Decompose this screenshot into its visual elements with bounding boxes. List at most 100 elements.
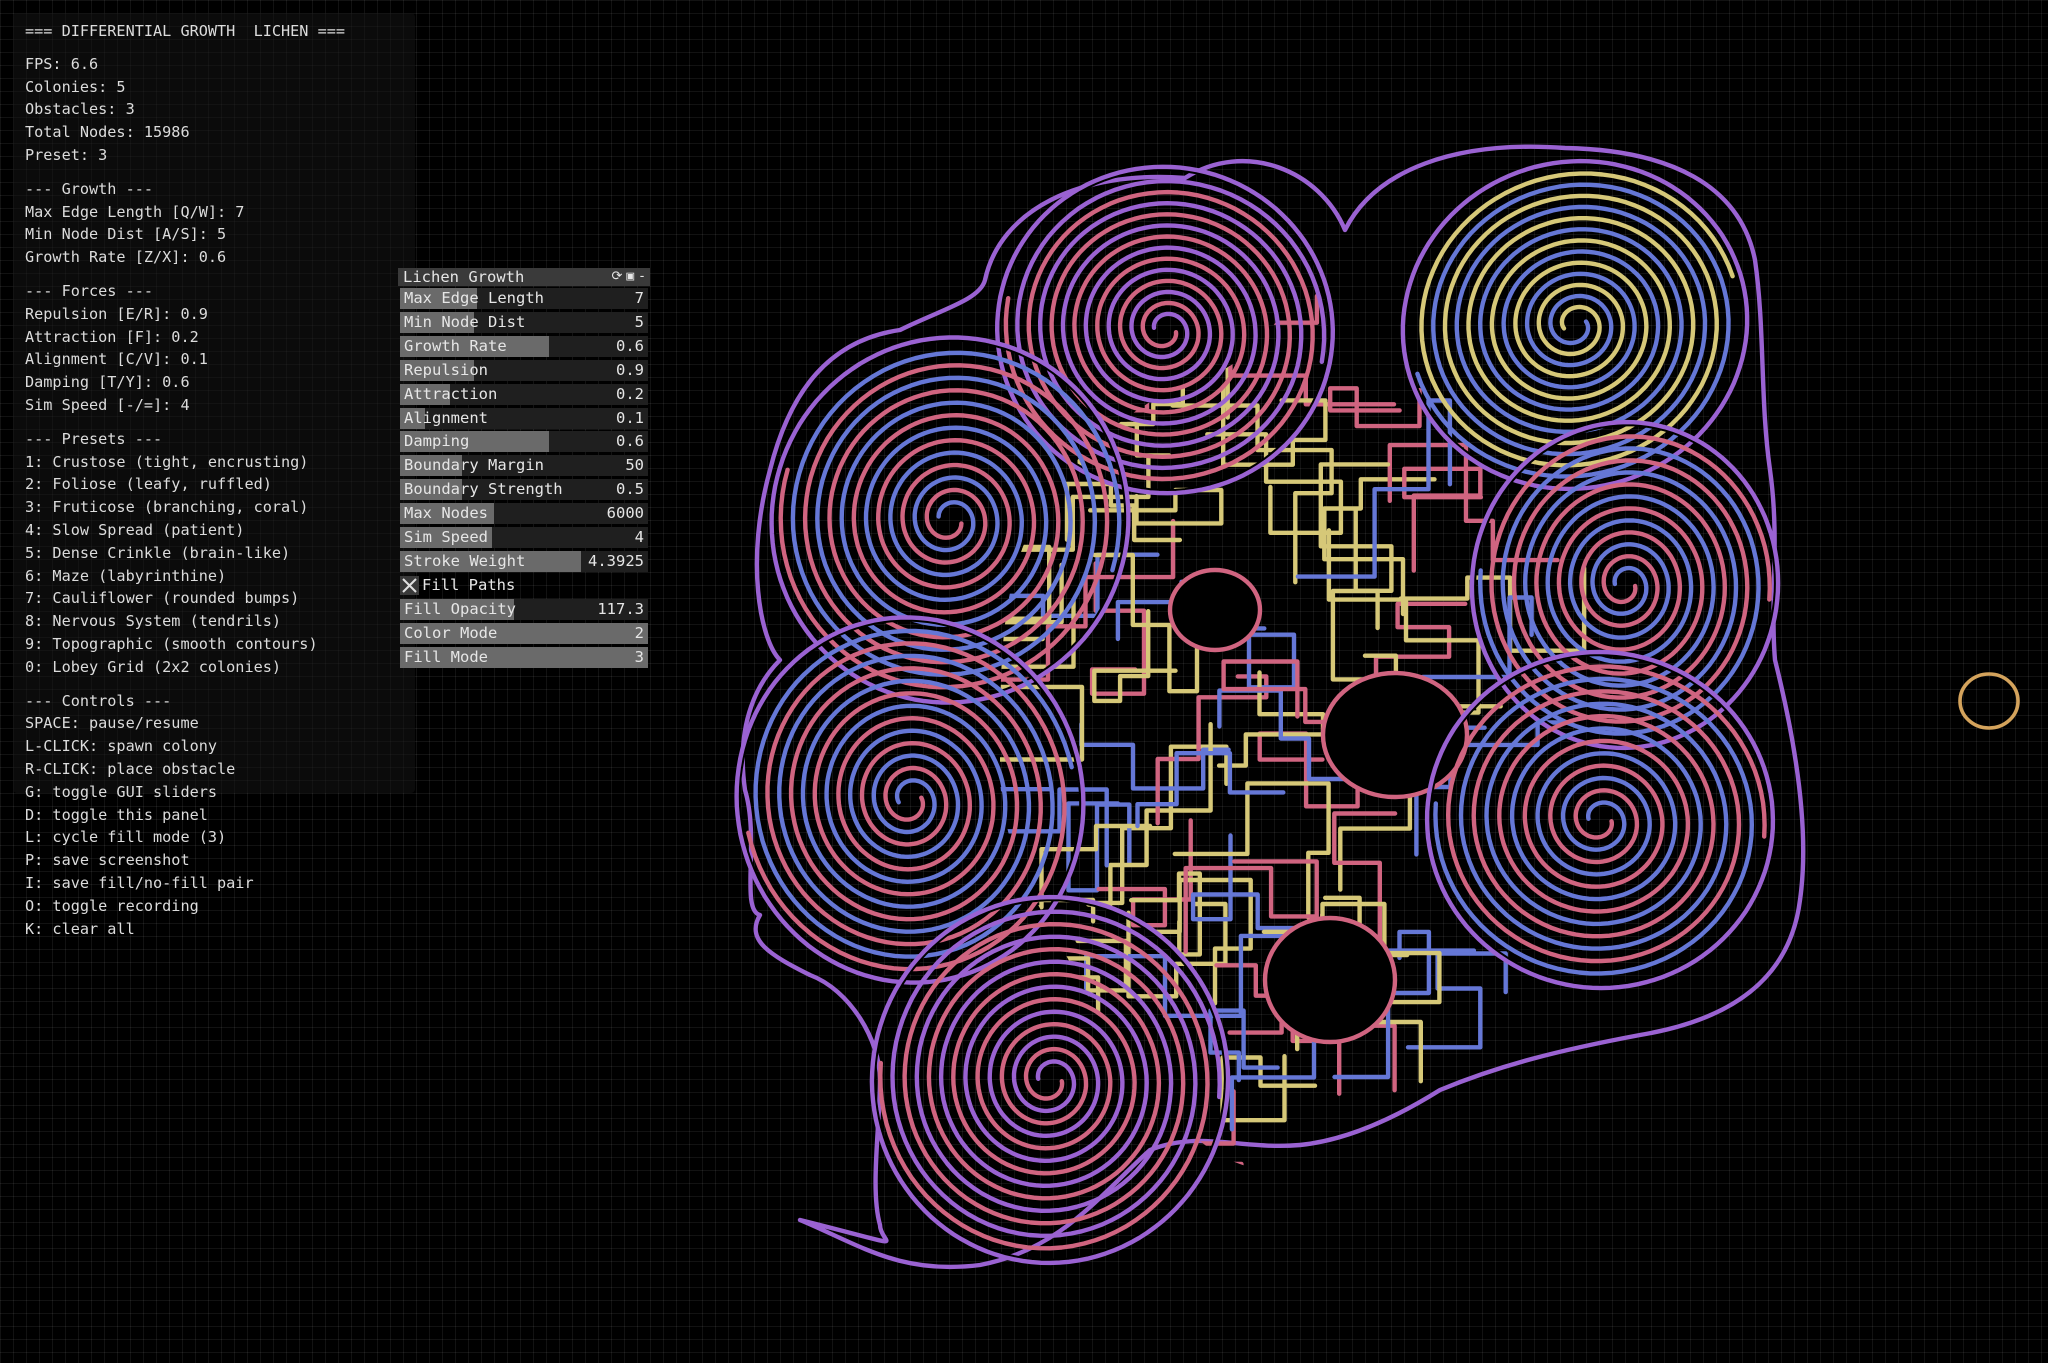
slider-label: Fill Opacity xyxy=(404,599,516,618)
slider-min-node-dist[interactable]: Min Node Dist 5 xyxy=(400,311,648,333)
param-line: Attraction [F]: 0.2 xyxy=(25,327,199,346)
section-header-growth: --- Growth --- xyxy=(25,179,154,198)
slider-label: Damping xyxy=(404,432,470,451)
slider-value: 3 xyxy=(634,647,644,666)
slider-sim-speed[interactable]: Sim Speed 4 xyxy=(400,527,648,548)
gui-header-icons: ⟳ ▣ - xyxy=(607,268,646,286)
slider-label: Alignment xyxy=(404,408,488,427)
slider-value: 117.3 xyxy=(597,599,644,618)
maze-path xyxy=(1328,386,1422,429)
stat-line: Obstacles: 3 xyxy=(25,100,135,119)
gui-title: Lichen Growth xyxy=(403,268,525,286)
toggle-fill-paths[interactable]: Fill Paths xyxy=(400,575,648,596)
slider-boundary-strength[interactable]: Boundary Strength 0.5 xyxy=(400,479,648,501)
slider-label: Color Mode xyxy=(404,623,498,642)
slider-value: 7 xyxy=(634,289,644,307)
preset-line: 5: Dense Crinkle (brain-like) xyxy=(25,543,291,562)
param-line: Min Node Dist [A/S]: 5 xyxy=(25,225,227,244)
slider-label: Max Nodes xyxy=(404,504,488,523)
maze-path xyxy=(1330,588,1399,682)
obstacle-circle xyxy=(1958,672,2020,730)
slider-label: Repulsion xyxy=(404,360,488,379)
toggle-label: Fill Paths xyxy=(422,575,516,594)
slider-repulsion[interactable]: Repulsion 0.9 xyxy=(400,359,648,381)
slider-max-nodes[interactable]: Max Nodes 6000 xyxy=(400,503,648,525)
param-line: Sim Speed [-/=]: 4 xyxy=(25,396,190,414)
control-line: SPACE: pause/resume xyxy=(25,714,199,733)
slider-value: 0.1 xyxy=(616,408,644,427)
param-line: Alignment [C/V]: 0.1 xyxy=(25,350,208,369)
maze-path xyxy=(1170,403,1334,585)
preset-line: 1: Crustose (tight, encrusting) xyxy=(25,452,309,471)
slider-value: 50 xyxy=(625,456,644,475)
save-icon[interactable]: ▣ xyxy=(626,269,634,284)
maze-path xyxy=(1387,929,1477,996)
control-line: P: save screenshot xyxy=(25,851,190,870)
section-header-presets: --- Presets --- xyxy=(25,429,163,448)
preset-line: 6: Maze (labyrinthine) xyxy=(25,566,227,585)
slider-growth-rate[interactable]: Growth Rate 0.6 xyxy=(400,335,648,357)
slider-value: 0.5 xyxy=(616,480,644,499)
control-line: I: save fill/no-fill pair xyxy=(25,874,254,892)
section-header-controls: --- Controls --- xyxy=(25,691,172,710)
slider-stroke-weight[interactable]: Stroke Weight 4.3925 xyxy=(400,550,648,572)
growth-path xyxy=(871,896,1229,1264)
slider-fill-opacity[interactable]: Fill Opacity 117.3 xyxy=(400,598,648,620)
preset-line: 7: Cauliflower (rounded bumps) xyxy=(25,589,300,608)
slider-value: 0.6 xyxy=(616,432,644,451)
gui-panel[interactable]: Lichen Growth ⟳ ▣ - Max Edge Length 7 Min No… xyxy=(398,268,650,673)
section-header-forces: --- Forces --- xyxy=(25,282,154,300)
control-line: R-CLICK: place obstacle xyxy=(25,760,236,778)
stat-line: Preset: 3 xyxy=(25,146,108,164)
growth-path xyxy=(1419,171,1735,468)
slider-value: 6000 xyxy=(606,504,644,523)
preset-line: 2: Foliose (leafy, ruffled) xyxy=(25,475,272,494)
refresh-icon[interactable]: ⟳ xyxy=(611,269,622,284)
slider-alignment[interactable]: Alignment 0.1 xyxy=(400,407,648,429)
panel-title: === DIFFERENTIAL GROWTH LICHEN === xyxy=(25,22,346,40)
preset-line: 8: Nervous System (tendrils) xyxy=(25,612,282,631)
slider-label: Boundary Margin xyxy=(404,456,544,475)
growth-path xyxy=(746,641,1067,972)
param-line: Growth Rate [Z/X]: 0.6 xyxy=(25,248,227,267)
preset-line: 0: Lobey Grid (2x2 colonies) xyxy=(25,657,282,676)
slider-label: Boundary Strength xyxy=(404,480,563,499)
slider-value: 0.6 xyxy=(616,336,644,355)
hole xyxy=(1167,567,1263,653)
slider-boundary-margin[interactable]: Boundary Margin 50 xyxy=(400,455,648,477)
slider-label: Growth Rate xyxy=(404,336,507,355)
slider-value: 2 xyxy=(634,623,644,642)
control-line: G: toggle GUI sliders xyxy=(25,782,218,801)
slider-label: Fill Mode xyxy=(404,647,488,666)
param-line: Damping [T/Y]: 0.6 xyxy=(25,373,190,392)
hole xyxy=(1320,670,1470,800)
control-line: L: cycle fill mode (3) xyxy=(25,828,227,847)
growth-path xyxy=(753,628,1074,959)
slider-label: Min Node Dist xyxy=(404,312,526,331)
slider-value: 0.9 xyxy=(616,360,644,379)
param-line: Repulsion [E/R]: 0.9 xyxy=(25,304,208,323)
control-line: O: toggle recording xyxy=(25,896,199,915)
slider-color-mode[interactable]: Color Mode 2 xyxy=(400,622,648,644)
stat-line: FPS: 6.6 xyxy=(25,54,99,73)
collapse-icon[interactable]: - xyxy=(638,269,646,284)
slider-value: 4.3925 xyxy=(588,551,644,570)
preset-line: 4: Slow Spread (patient) xyxy=(25,521,245,539)
slider-label: Max Edge Length xyxy=(404,289,544,307)
stat-line: Colonies: 5 xyxy=(25,77,126,96)
slider-fill-mode[interactable]: Fill Mode 3 xyxy=(400,646,648,668)
slider-label: Sim Speed xyxy=(404,528,488,546)
slider-damping[interactable]: Damping 0.6 xyxy=(400,431,648,453)
gui-header[interactable]: Lichen Growth ⟳ ▣ - xyxy=(398,268,650,286)
slider-attraction[interactable]: Attraction 0.2 xyxy=(400,383,648,405)
slider-max-edge-length[interactable]: Max Edge Length 7 xyxy=(400,288,648,309)
checkbox-checked-icon[interactable] xyxy=(400,575,419,595)
slider-label: Attraction xyxy=(404,384,498,403)
control-line: K: clear all xyxy=(25,919,135,938)
maze-path xyxy=(1079,722,1231,791)
growth-path xyxy=(997,166,1333,494)
slider-value: 5 xyxy=(634,312,644,331)
control-line: D: toggle this panel xyxy=(25,805,208,824)
slider-value: 4 xyxy=(634,528,644,546)
info-panel: === DIFFERENTIAL GROWTH LICHEN === FPS: 6… xyxy=(13,13,415,938)
